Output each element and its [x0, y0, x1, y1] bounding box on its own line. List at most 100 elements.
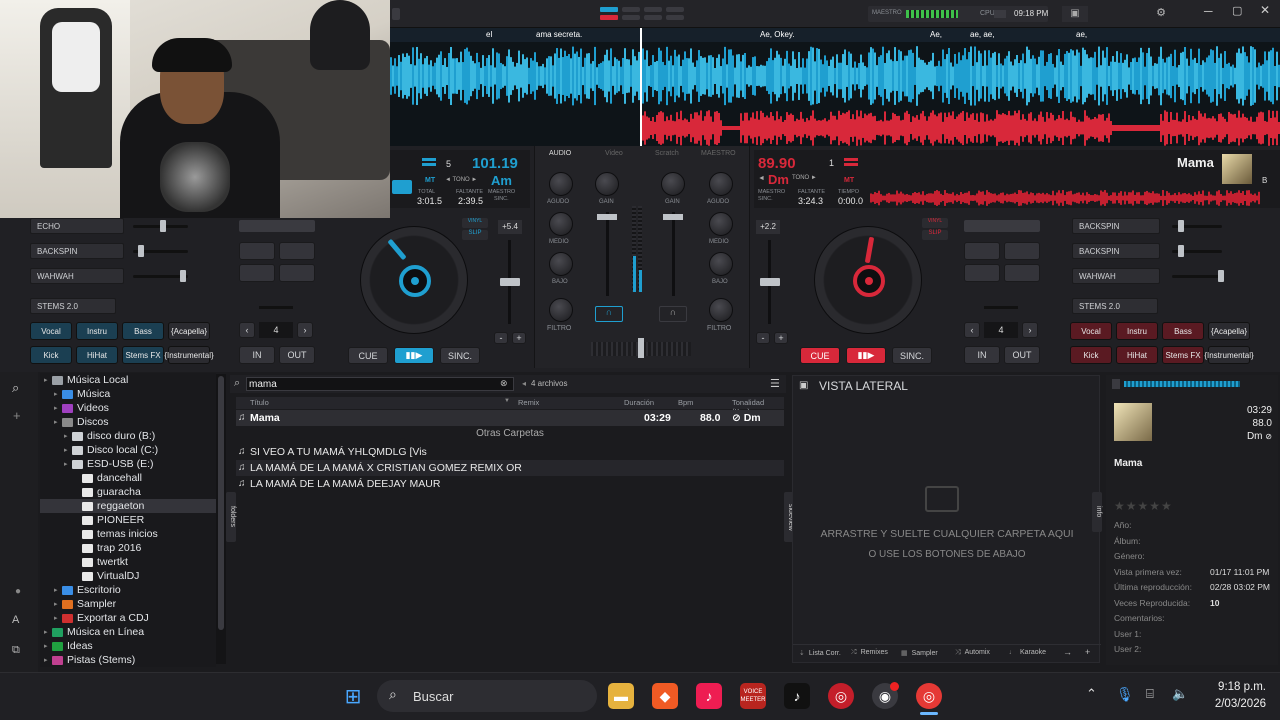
maximize-icon[interactable]: ▢ [1232, 4, 1242, 17]
volume-fader-right[interactable] [663, 214, 683, 220]
expand-arrow-icon[interactable]: ▸ [54, 404, 62, 412]
stem-button[interactable]: {Acapella} [1208, 322, 1250, 340]
list-view-icon[interactable]: ☰ [770, 377, 780, 390]
sideview-button[interactable]: ▦ Sampler [901, 649, 938, 657]
play-button-left[interactable]: ▮▮▶ [394, 347, 434, 364]
search-icon[interactable]: ⌕ [12, 380, 19, 396]
expand-arrow-icon[interactable]: ▸ [64, 460, 72, 468]
tree-item[interactable]: ▸ Videos [40, 401, 216, 415]
expand-arrow-icon[interactable]: ▸ [64, 446, 72, 454]
tree-item[interactable]: twertkt [40, 555, 216, 569]
expand-arrow-icon[interactable]: ▸ [44, 628, 52, 636]
fx-select-1[interactable]: ECHO [30, 218, 124, 234]
expand-arrow-icon[interactable]: ▸ [54, 614, 62, 622]
record-icon[interactable]: ▣ [1062, 6, 1088, 22]
pitch-plus-right[interactable]: + [774, 332, 788, 344]
add-icon[interactable]: + [13, 408, 21, 423]
loop-out-right[interactable]: OUT [1004, 346, 1040, 364]
stem-button[interactable]: {Instrumental} [1204, 346, 1254, 364]
stem-button[interactable]: Bass [1162, 322, 1204, 340]
column-header[interactable]: Duración [624, 398, 654, 407]
font-size-icon[interactable]: A [12, 614, 19, 626]
tree-item[interactable]: ▸ Escritorio [40, 583, 216, 597]
pitch-minus-right[interactable]: - [756, 332, 770, 344]
dot-icon[interactable]: ● [15, 586, 21, 597]
jogwheel-left[interactable] [360, 226, 468, 334]
brave-browser-icon[interactable]: ◆ [652, 683, 678, 709]
sideview-button[interactable]: ⤨ Automix [955, 649, 990, 657]
tree-item[interactable]: trap 2016 [40, 541, 216, 555]
key-arrows-right[interactable]: ◄ [758, 175, 765, 182]
stem-button[interactable]: {Instrumental} [164, 346, 214, 364]
column-header[interactable]: Bpm [678, 398, 693, 407]
stem-button[interactable]: Bass [122, 322, 164, 340]
sync-button-left[interactable]: SINC. [440, 347, 480, 364]
file-explorer-icon[interactable]: ▬ [608, 683, 634, 709]
stem-button[interactable]: HiHat [1116, 346, 1158, 364]
tree-item[interactable]: ▸ Música en Línea [40, 625, 216, 639]
loop-prev-left[interactable]: ‹ [239, 322, 255, 338]
expand-arrow-icon[interactable]: ▸ [44, 376, 52, 384]
column-header[interactable]: Remix [518, 398, 539, 407]
taskbar-time[interactable]: 9:18 p.m. [1196, 681, 1266, 693]
cue-button-left[interactable]: CUE [348, 347, 388, 364]
app-icon-red[interactable]: ◎ [828, 683, 854, 709]
stem-button[interactable]: {Acapella} [168, 322, 210, 340]
loop-in-left[interactable]: IN [239, 346, 275, 364]
stem-button[interactable]: Kick [30, 346, 72, 364]
tree-item[interactable]: ▸ Disco local (C:) [40, 443, 216, 457]
eq-mid-knob-right[interactable] [709, 212, 733, 236]
fx-select-right-3[interactable]: WAHWAH [1072, 268, 1160, 284]
key-arrows[interactable]: ◄ TONO ► [445, 177, 477, 183]
headphone-cue-left[interactable]: ∩ [595, 306, 623, 322]
mixer-tab[interactable]: AUDIO [549, 150, 571, 157]
pitch-plus-left[interactable]: + [512, 332, 526, 344]
tree-item[interactable]: ▸ Música [40, 387, 216, 401]
cue-button-right[interactable]: CUE [800, 347, 840, 364]
filter-arrow-icon[interactable]: ◂ [522, 379, 526, 388]
taskbar-date[interactable]: 2/03/2026 [1196, 698, 1266, 710]
stem-button[interactable]: Stems FX [1162, 346, 1204, 364]
pitch-fader-left[interactable] [500, 278, 520, 286]
voicemeeter-icon[interactable]: VOICE MEETER [740, 683, 766, 709]
headphone-cue-right[interactable]: ∩ [659, 306, 687, 322]
slip-button-right[interactable]: SLIP [922, 230, 948, 240]
tree-item[interactable]: ▸ Pistas (Stems) [40, 653, 216, 667]
tree-item[interactable]: guaracha [40, 485, 216, 499]
filter-knob-left[interactable] [549, 298, 573, 322]
minimize-icon[interactable]: ─ [1204, 4, 1213, 18]
sideview-button[interactable]: ♩ Karaoke [1009, 649, 1046, 656]
tree-item[interactable]: ▸ Música Local [40, 373, 216, 387]
stem-button[interactable]: HiHat [76, 346, 118, 364]
tiktok-icon[interactable]: ♪ [784, 683, 810, 709]
settings-gear-icon[interactable]: ⚙ [1152, 6, 1170, 22]
stem-button[interactable]: Instru [76, 322, 118, 340]
expand-arrow-icon[interactable]: ▸ [44, 656, 52, 664]
tree-item[interactable]: ▸ Ideas [40, 639, 216, 653]
slip-button-left[interactable]: SLIP [462, 230, 488, 240]
gain-knob-right[interactable] [661, 172, 685, 196]
eq-low-knob-left[interactable] [549, 252, 573, 276]
stem-button[interactable]: Vocal [1070, 322, 1112, 340]
other-track-row[interactable]: ♫ SI VEO A TU MAMÁ YHLQMDLG [Vis [236, 444, 784, 460]
stem-button[interactable]: Instru [1116, 322, 1158, 340]
mixer-tab[interactable]: Video [605, 150, 623, 157]
filter-knob-right[interactable] [709, 298, 733, 322]
tree-item[interactable]: VirtualDJ [40, 569, 216, 583]
pitch-minus-left[interactable]: - [494, 332, 508, 344]
virtualdj-icon[interactable]: ◎ [916, 683, 942, 709]
sync-button-right[interactable]: SINC. [892, 347, 932, 364]
mixer-tab[interactable]: MAESTRO [701, 150, 736, 157]
search-input[interactable] [246, 377, 514, 391]
tree-item[interactable]: ▸ disco duro (B:) [40, 429, 216, 443]
tree-item[interactable]: dancehall [40, 471, 216, 485]
tree-item[interactable]: ▸ Discos [40, 415, 216, 429]
fx-select-3[interactable]: WAHWAH [30, 268, 124, 284]
fx-select-right-2[interactable]: BACKSPIN [1072, 243, 1160, 259]
other-track-row[interactable]: ♫ LA MAMÁ DE LA MAMÁ X CRISTIAN GOMEZ REM… [236, 460, 784, 476]
sideview-button[interactable]: ⤮ Remixes [851, 649, 888, 657]
waveform-area[interactable]: el ama secreta. Ae, Okey. Ae, ae, ae, ae, [390, 28, 1280, 146]
microphone-icon[interactable]: 🎙 [1116, 686, 1134, 703]
tree-item[interactable]: ▸ Exportar a CDJ [40, 611, 216, 625]
tree-scrollbar[interactable] [218, 376, 224, 630]
